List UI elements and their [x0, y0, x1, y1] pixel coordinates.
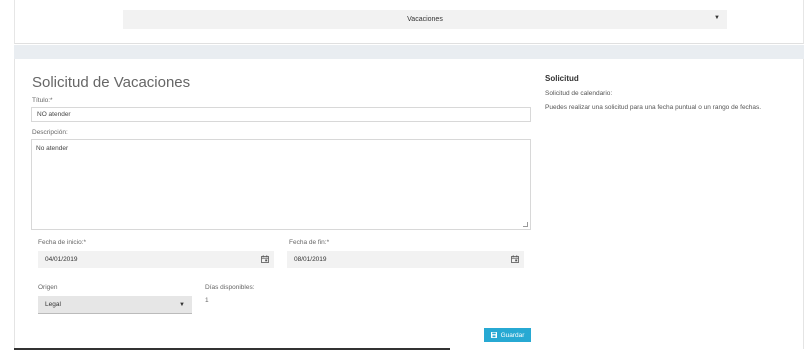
page-title: Solicitud de Vacaciones: [32, 74, 191, 91]
fecha-inicio-value: 04/01/2019: [45, 256, 78, 263]
descripcion-value: No atender: [36, 145, 69, 152]
bottom-rule: [14, 348, 450, 350]
request-type-panel: Vacaciones ▼: [14, 0, 804, 44]
fecha-inicio-label: Fecha de inicio:*: [38, 239, 87, 246]
floppy-disk-icon: [490, 332, 497, 338]
caret-down-icon: ▼: [179, 302, 185, 308]
origen-value: Legal: [45, 301, 61, 308]
fecha-inicio-field[interactable]: 04/01/2019: [38, 251, 274, 268]
fecha-fin-value: 08/01/2019: [294, 256, 327, 263]
descripcion-label: Descripción:: [32, 129, 68, 136]
dias-disponibles-label: Días disponibles:: [205, 284, 255, 291]
fecha-fin-label: Fecha de fin:*: [289, 239, 330, 246]
side-subtitle: Solicitud de calendario:: [545, 90, 613, 97]
section-divider-band: [14, 45, 804, 59]
save-button[interactable]: Guardar: [484, 328, 531, 342]
calendar-icon[interactable]: [261, 255, 269, 263]
dias-disponibles-value: 1: [205, 297, 209, 304]
request-type-value: Vacaciones: [407, 16, 443, 23]
side-title: Solicitud: [545, 74, 579, 83]
caret-down-icon: ▼: [714, 15, 720, 21]
titulo-input[interactable]: NO atender: [31, 107, 531, 122]
titulo-value: NO atender: [37, 111, 71, 118]
save-label: Guardar: [500, 331, 525, 339]
resize-handle-icon[interactable]: [523, 222, 528, 227]
titulo-label: Título:*: [32, 97, 53, 104]
fecha-fin-field[interactable]: 08/01/2019: [287, 251, 524, 268]
side-help-text: Puedes realizar una solicitud para una f…: [545, 104, 762, 111]
calendar-icon[interactable]: [511, 255, 519, 263]
request-type-select[interactable]: Vacaciones ▼: [123, 10, 727, 29]
origen-select[interactable]: Legal ▼: [38, 296, 192, 314]
descripcion-textarea[interactable]: No atender: [31, 139, 531, 230]
origen-label: Origen: [38, 284, 58, 291]
